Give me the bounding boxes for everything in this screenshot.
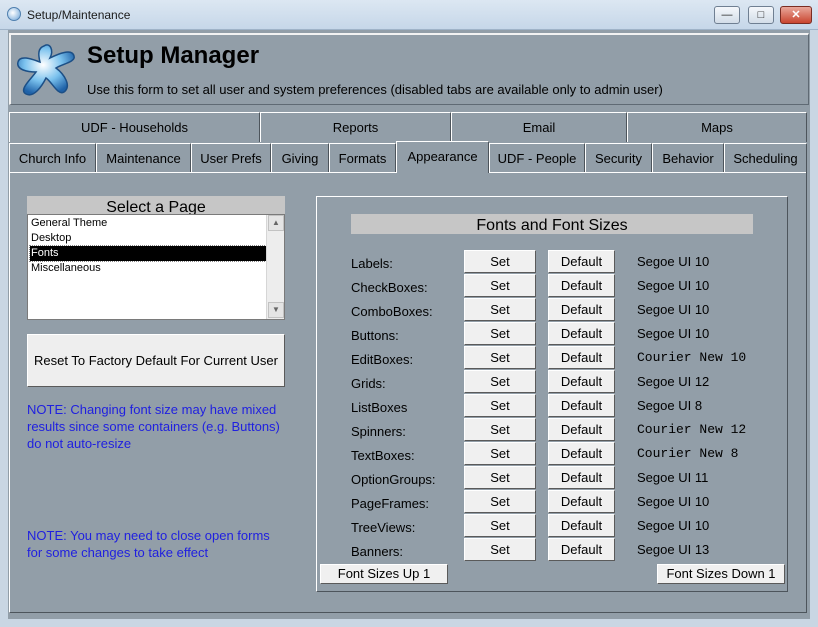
set-button-labels[interactable]: Set xyxy=(464,250,536,273)
set-button-textboxes[interactable]: Set xyxy=(464,442,536,465)
font-row-label-spinners: Spinners: xyxy=(351,424,406,439)
minimize-button[interactable]: — xyxy=(714,6,740,24)
set-button-banners[interactable]: Set xyxy=(464,538,536,561)
listbox-scrollbar[interactable]: ▲ ▼ xyxy=(266,215,284,319)
default-button-labels[interactable]: Default xyxy=(548,250,615,273)
default-button-banners[interactable]: Default xyxy=(548,538,615,561)
set-button-treeviews[interactable]: Set xyxy=(464,514,536,537)
star-figure-logo xyxy=(17,44,75,96)
font-value-banners: Segoe UI 13 xyxy=(637,542,710,557)
set-button-checkboxes[interactable]: Set xyxy=(464,274,536,297)
set-button-listboxes[interactable]: Set xyxy=(464,394,536,417)
tab-maintenance[interactable]: Maintenance xyxy=(96,143,191,173)
page-subtitle: Use this form to set all user and system… xyxy=(87,82,663,97)
tab-scheduling[interactable]: Scheduling xyxy=(724,143,807,173)
font-row-label-listboxes: ListBoxes xyxy=(351,400,408,415)
default-button-textboxes[interactable]: Default xyxy=(548,442,615,465)
tab-formats[interactable]: Formats xyxy=(329,143,396,173)
tab-security[interactable]: Security xyxy=(585,143,652,173)
font-row-label-banners: Banners: xyxy=(351,544,404,559)
default-button-listboxes[interactable]: Default xyxy=(548,394,615,417)
select-page-caption: Select a Page xyxy=(27,196,285,215)
font-value-buttons: Segoe UI 10 xyxy=(637,326,710,341)
tab-appearance[interactable]: Appearance xyxy=(396,141,489,173)
tab-behavior[interactable]: Behavior xyxy=(652,143,724,173)
default-button-comboboxes[interactable]: Default xyxy=(548,298,615,321)
tab-udf-people[interactable]: UDF - People xyxy=(489,143,585,173)
window-title: Setup/Maintenance xyxy=(27,8,131,22)
set-button-editboxes[interactable]: Set xyxy=(464,346,536,369)
default-button-editboxes[interactable]: Default xyxy=(548,346,615,369)
font-value-checkboxes: Segoe UI 10 xyxy=(637,278,710,293)
list-item[interactable]: General Theme xyxy=(30,216,266,231)
fonts-panel-caption: Fonts and Font Sizes xyxy=(351,214,753,234)
tab-user-prefs[interactable]: User Prefs xyxy=(191,143,271,173)
font-value-labels: Segoe UI 10 xyxy=(637,254,710,269)
set-button-grids[interactable]: Set xyxy=(464,370,536,393)
set-button-pageframes[interactable]: Set xyxy=(464,490,536,513)
scroll-up-icon[interactable]: ▲ xyxy=(268,215,284,231)
default-button-checkboxes[interactable]: Default xyxy=(548,274,615,297)
scroll-down-icon[interactable]: ▼ xyxy=(268,302,284,318)
font-row-label-optiongroups: OptionGroups: xyxy=(351,472,436,487)
font-value-grids: Segoe UI 12 xyxy=(637,374,710,389)
default-button-spinners[interactable]: Default xyxy=(548,418,615,441)
close-button[interactable]: ✕ xyxy=(780,6,812,24)
set-button-optiongroups[interactable]: Set xyxy=(464,466,536,489)
font-row-label-labels: Labels: xyxy=(351,256,393,271)
set-button-buttons[interactable]: Set xyxy=(464,322,536,345)
font-value-textboxes: Courier New 8 xyxy=(637,446,739,461)
font-value-listboxes: Segoe UI 8 xyxy=(637,398,703,413)
page-title: Setup Manager xyxy=(87,42,260,69)
font-sizes-down-button[interactable]: Font Sizes Down 1 xyxy=(657,564,785,584)
font-row-label-pageframes: PageFrames: xyxy=(351,496,430,511)
font-sizes-up-button[interactable]: Font Sizes Up 1 xyxy=(320,564,448,584)
default-button-treeviews[interactable]: Default xyxy=(548,514,615,537)
font-value-comboboxes: Segoe UI 10 xyxy=(637,302,710,317)
font-value-pageframes: Segoe UI 10 xyxy=(637,494,710,509)
tab-email[interactable]: Email xyxy=(451,112,627,142)
set-button-comboboxes[interactable]: Set xyxy=(464,298,536,321)
default-button-optiongroups[interactable]: Default xyxy=(548,466,615,489)
default-button-pageframes[interactable]: Default xyxy=(548,490,615,513)
font-row-label-grids: Grids: xyxy=(351,376,386,391)
font-row-label-comboboxes: ComboBoxes: xyxy=(351,304,433,319)
font-row-label-buttons: Buttons: xyxy=(351,328,399,343)
note-font-size: NOTE: Changing font size may have mixed … xyxy=(27,402,280,451)
default-button-buttons[interactable]: Default xyxy=(548,322,615,345)
note-close-forms: NOTE: You may need to close open forms f… xyxy=(27,528,270,560)
page-listbox[interactable]: General Theme Desktop Fonts Miscellaneou… xyxy=(27,214,285,320)
tab-giving[interactable]: Giving xyxy=(271,143,329,173)
font-value-optiongroups: Segoe UI 11 xyxy=(637,470,709,485)
font-row-label-editboxes: EditBoxes: xyxy=(351,352,414,367)
list-item[interactable]: Desktop xyxy=(30,231,266,246)
list-item-selected[interactable]: Fonts xyxy=(29,245,267,262)
tab-maps[interactable]: Maps xyxy=(627,112,807,142)
font-value-editboxes: Courier New 10 xyxy=(637,350,747,365)
font-row-label-checkboxes: CheckBoxes: xyxy=(351,280,428,295)
font-row-label-treeviews: TreeViews: xyxy=(351,520,416,535)
tab-reports[interactable]: Reports xyxy=(260,112,451,142)
font-value-spinners: Courier New 12 xyxy=(637,422,747,437)
tab-church-info[interactable]: Church Info xyxy=(9,143,96,173)
list-item[interactable]: Miscellaneous xyxy=(30,261,266,276)
default-button-grids[interactable]: Default xyxy=(548,370,615,393)
font-row-label-textboxes: TextBoxes: xyxy=(351,448,415,463)
tab-udf-households[interactable]: UDF - Households xyxy=(9,112,260,142)
reset-factory-default-button[interactable]: Reset To Factory Default For Current Use… xyxy=(27,334,285,387)
set-button-spinners[interactable]: Set xyxy=(464,418,536,441)
font-value-treeviews: Segoe UI 10 xyxy=(637,518,710,533)
maximize-button[interactable]: □ xyxy=(748,6,774,24)
app-icon xyxy=(7,7,21,21)
